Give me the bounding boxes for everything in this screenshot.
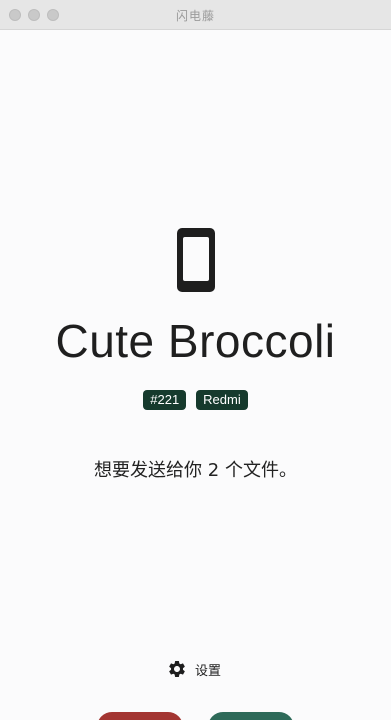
- settings-label: 设置: [195, 663, 222, 679]
- decline-button[interactable]: [97, 712, 183, 720]
- window-title: 闪电藤: [175, 9, 215, 23]
- device-badges: #221 Redmi: [0, 390, 391, 410]
- transfer-message: 想要发送给你 2 个文件。: [94, 460, 297, 481]
- phone-icon: [177, 228, 215, 292]
- settings-button[interactable]: 设置: [167, 659, 221, 679]
- title-bar[interactable]: 闪电藤: [0, 0, 391, 30]
- accept-button[interactable]: [208, 712, 294, 720]
- device-name: Cute Broccoli: [55, 315, 336, 367]
- gear-icon: [169, 661, 185, 677]
- app-window: 闪电藤 Cute Broccoli #221 Redmi 想要发送给你 2 个文…: [0, 0, 391, 720]
- device-id-badge: #221: [143, 390, 187, 410]
- device-model-badge: Redmi: [196, 390, 248, 410]
